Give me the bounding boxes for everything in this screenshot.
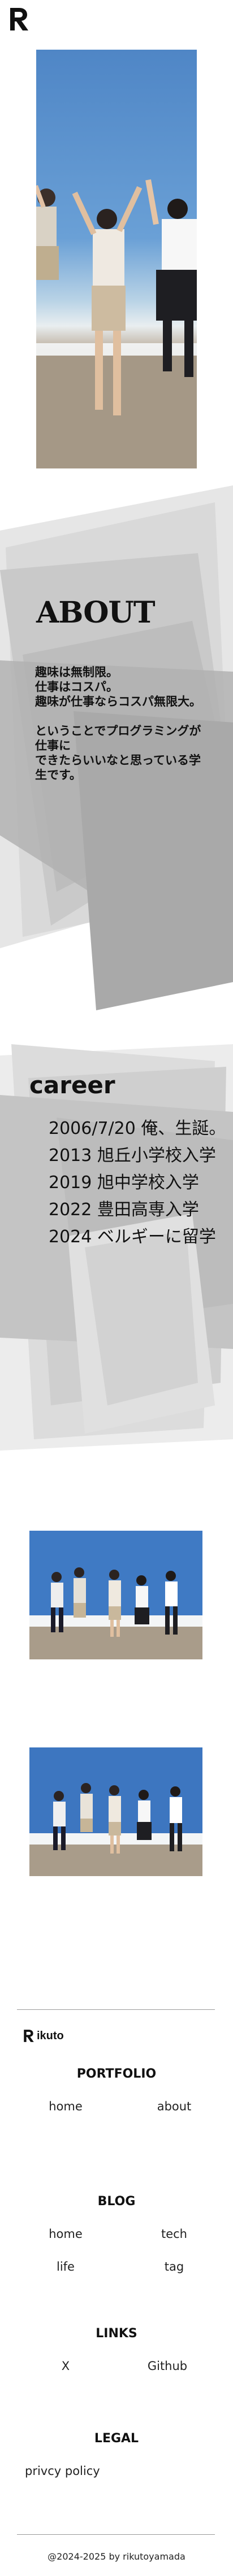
footer-legal-title: LEGAL [94, 2432, 139, 2446]
r-logo-icon [24, 2030, 34, 2042]
footer-privacy-policy-link[interactable]: privcy policy [25, 2464, 104, 2478]
career-item: 2006/7/20 俺、生誕。 [49, 1119, 226, 1138]
group-photo-2 [29, 1747, 202, 1876]
footer-portfolio-title: PORTFOLIO [76, 2067, 157, 2081]
footer-links-title: LINKS [96, 2327, 137, 2341]
career-item: 2024 ベルギーに留学 [49, 1227, 216, 1247]
footer-x-link[interactable]: X [26, 2359, 105, 2373]
footer-brand[interactable]: ikuto [23, 2029, 64, 2043]
footer-blog-tag-link[interactable]: tag [135, 2260, 214, 2273]
career-title: career [29, 1071, 115, 1099]
footer-blog-title: BLOG [97, 2194, 136, 2209]
career-item: 2022 豊田高専入学 [49, 1200, 199, 1220]
about-description: 趣味は無制限。 仕事はコスパ。 趣味が仕事ならコスパ無限大。 ということでプログ… [35, 665, 201, 782]
site-logo[interactable]: R [8, 7, 31, 32]
about-title: ABOUT [36, 595, 156, 630]
footer-bottom-divider [17, 2534, 215, 2535]
footer-divider [17, 2009, 215, 2010]
career-item: 2013 旭丘小学校入学 [49, 1146, 216, 1166]
copyright-text: @2024-2025 by rikutoyamada [48, 2551, 185, 2562]
footer-portfolio-about-link[interactable]: about [135, 2100, 214, 2113]
hero-photo [36, 50, 197, 468]
career-item: 2019 旭中学校入学 [49, 1173, 199, 1193]
career-list: 2006/7/20 俺、生誕。 2013 旭丘小学校入学 2019 旭中学校入学… [49, 1115, 226, 1251]
r-logo-icon [10, 8, 28, 30]
footer-blog-tech-link[interactable]: tech [135, 2227, 214, 2241]
footer-blog-home-link[interactable]: home [26, 2227, 105, 2241]
footer-brand-text: ikuto [37, 2029, 64, 2042]
footer-portfolio-home-link[interactable]: home [26, 2100, 105, 2113]
group-photo-1 [29, 1531, 202, 1659]
footer-blog-life-link[interactable]: life [26, 2260, 105, 2273]
footer-github-link[interactable]: Github [128, 2359, 207, 2373]
